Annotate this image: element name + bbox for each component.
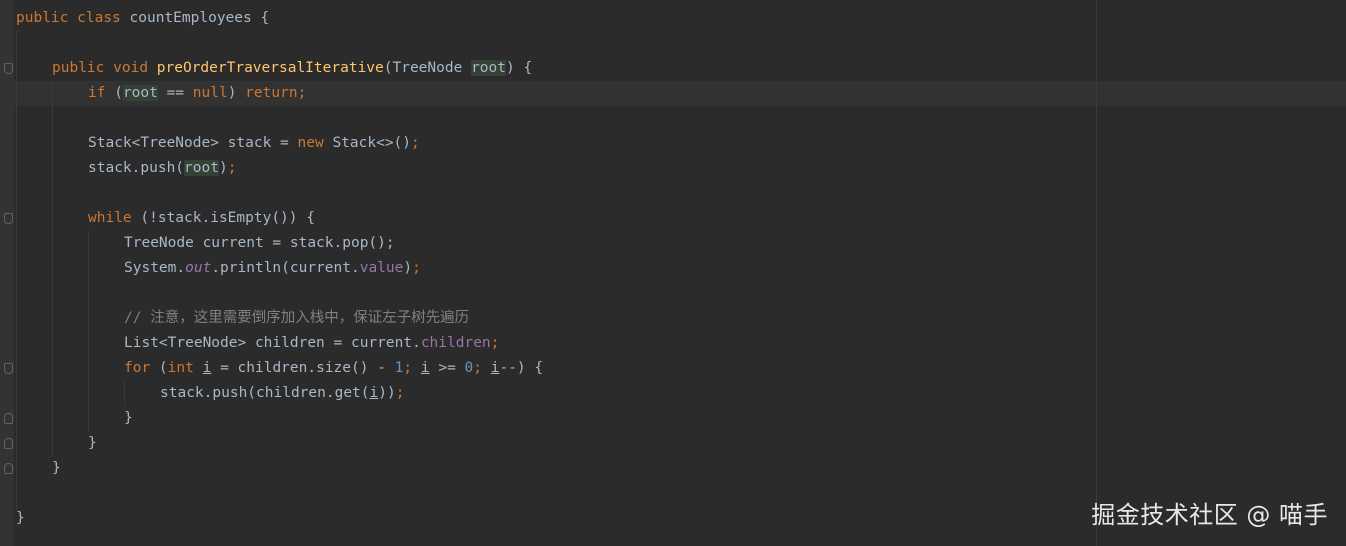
var-i: i bbox=[369, 385, 379, 401]
var-root: root bbox=[184, 160, 219, 176]
code-line-close-method[interactable]: } bbox=[52, 456, 61, 481]
code-text: } bbox=[16, 510, 25, 526]
code-text: stack.push( bbox=[88, 160, 185, 176]
code-line-comment[interactable]: // 注意，这里需要倒序加入栈中，保证左子树先遍历 bbox=[124, 306, 469, 331]
code-line-children-decl[interactable]: List<TreeNode> children = current.childr… bbox=[124, 331, 499, 356]
keyword: int bbox=[167, 360, 194, 376]
code-text: ) bbox=[218, 160, 228, 176]
code-line-println[interactable]: System.out.println(current.value); bbox=[124, 256, 421, 281]
code-text: .println(current. bbox=[211, 260, 360, 276]
keyword: while bbox=[88, 210, 132, 226]
indent-guide bbox=[88, 231, 89, 431]
static-field: out bbox=[185, 260, 212, 276]
watermark: 掘金技术社区 @ 喵手 bbox=[1091, 501, 1328, 529]
keyword: void bbox=[113, 60, 149, 76]
code-text: ( bbox=[105, 85, 123, 101]
indent-guide bbox=[16, 30, 17, 510]
code-line-while[interactable]: while (!stack.isEmpty()) { bbox=[88, 206, 315, 231]
method-name: preOrderTraversalIterative bbox=[156, 60, 384, 76]
code-text: ; bbox=[297, 85, 307, 101]
code-text: = children.size() - bbox=[211, 360, 395, 376]
keyword: public bbox=[16, 10, 69, 26]
code-line-for[interactable]: for (int i = children.size() - 1; i >= 0… bbox=[124, 356, 543, 381]
code-text: List<TreeNode> children = current. bbox=[124, 335, 421, 351]
code-line-class-decl[interactable]: public class countEmployees { bbox=[16, 6, 269, 31]
keyword: null bbox=[192, 85, 228, 101]
code-text: (TreeNode bbox=[383, 60, 472, 76]
code-text: )) bbox=[378, 385, 396, 401]
code-text: ( bbox=[150, 360, 168, 376]
code-text: ; bbox=[395, 385, 405, 401]
var-i: i bbox=[420, 360, 430, 376]
code-text: } bbox=[52, 460, 61, 476]
code-text: ) bbox=[227, 85, 246, 101]
code-text: --) { bbox=[499, 360, 544, 376]
indent-guide bbox=[124, 381, 125, 406]
code-text: Stack<TreeNode> stack = bbox=[88, 135, 298, 151]
code-text: TreeNode current = stack.pop(); bbox=[124, 235, 395, 251]
class-name: countEmployees bbox=[129, 10, 252, 26]
code-text: == bbox=[157, 85, 193, 101]
code-text: >= bbox=[429, 360, 465, 376]
code-line-method-decl[interactable]: public void preOrderTraversalIterative(T… bbox=[52, 56, 532, 81]
code-text: ) { bbox=[506, 60, 533, 76]
keyword: class bbox=[77, 10, 121, 26]
code-text: ) bbox=[403, 260, 413, 276]
fold-marker-icon[interactable] bbox=[4, 363, 13, 374]
keyword: new bbox=[297, 135, 324, 151]
code-text: } bbox=[124, 410, 133, 426]
keyword: return bbox=[245, 85, 298, 101]
keyword: if bbox=[88, 85, 106, 101]
keyword: for bbox=[124, 360, 151, 376]
field-name: children bbox=[420, 335, 491, 351]
code-text: ; bbox=[411, 135, 420, 151]
var-root: root bbox=[122, 85, 158, 101]
param-root: root bbox=[471, 60, 506, 76]
keyword: public bbox=[52, 60, 105, 76]
code-text: } bbox=[88, 435, 97, 451]
code-line-if[interactable]: if (root == null) return; bbox=[88, 81, 306, 106]
fold-end-marker-icon[interactable] bbox=[4, 438, 13, 449]
code-text: Stack<>() bbox=[323, 135, 412, 151]
code-editor[interactable]: public class countEmployees { public voi… bbox=[0, 0, 1346, 546]
code-text: ; bbox=[403, 360, 413, 376]
fold-end-marker-icon[interactable] bbox=[4, 463, 13, 474]
code-line-push-child[interactable]: stack.push(children.get(i)); bbox=[160, 381, 404, 406]
fold-marker-icon[interactable] bbox=[4, 213, 13, 224]
code-text: stack.push(children.get( bbox=[160, 385, 370, 401]
code-line-close-while[interactable]: } bbox=[88, 431, 97, 456]
code-line-close-class[interactable]: } bbox=[16, 506, 25, 531]
code-line-push-root[interactable]: stack.push(root); bbox=[88, 156, 236, 181]
code-text: (!stack.isEmpty()) { bbox=[131, 210, 315, 226]
code-line-close-for[interactable]: } bbox=[124, 406, 133, 431]
fold-end-marker-icon[interactable] bbox=[4, 413, 13, 424]
right-margin-guide bbox=[1096, 0, 1097, 546]
code-text: ; bbox=[412, 260, 421, 276]
number-literal: 0 bbox=[464, 360, 474, 376]
field-name: value bbox=[359, 260, 404, 276]
code-text: ; bbox=[227, 160, 237, 176]
code-line-current-decl[interactable]: TreeNode current = stack.pop(); bbox=[124, 231, 395, 256]
indent-guide bbox=[52, 81, 53, 456]
code-line-stack-decl[interactable]: Stack<TreeNode> stack = new Stack<>(); bbox=[88, 131, 420, 156]
code-text: ; bbox=[473, 360, 482, 376]
code-text: ; bbox=[490, 335, 500, 351]
code-text: System. bbox=[124, 260, 186, 276]
code-text: { bbox=[251, 10, 270, 26]
code-comment: // 注意，这里需要倒序加入栈中，保证左子树先遍历 bbox=[124, 310, 470, 326]
fold-marker-icon[interactable] bbox=[4, 63, 13, 74]
